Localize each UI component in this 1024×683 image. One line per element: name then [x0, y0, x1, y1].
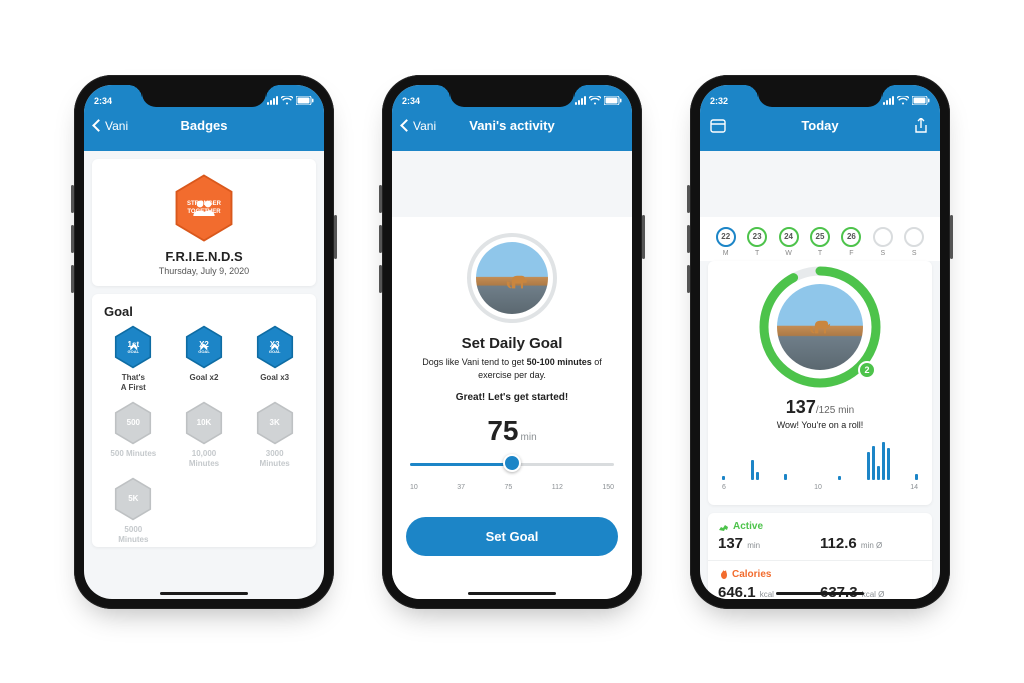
hour-labels: 61014	[708, 484, 932, 497]
dog-run-icon	[718, 521, 729, 532]
badge-3k[interactable]: 3K3000Minutes	[239, 401, 310, 469]
featured-badge-hex: STRONGER TOGETHER	[172, 173, 236, 243]
chevron-left-icon	[400, 119, 413, 132]
goal-slider[interactable]: 103775112150	[410, 457, 614, 491]
pet-avatar[interactable]	[774, 281, 866, 373]
streak-badge: 2	[858, 361, 876, 379]
chevron-left-icon	[92, 119, 105, 132]
calendar-button[interactable]	[710, 118, 726, 134]
goal-badges-card: Goal 1stGOALThat'sA FirstX2GOALGoal x2X3…	[92, 294, 316, 547]
badge-x3[interactable]: X3GOALGoal x3	[239, 325, 310, 393]
slider-knob[interactable]	[503, 454, 521, 472]
pet-avatar	[467, 233, 557, 323]
badge-first[interactable]: 1stGOALThat'sA First	[98, 325, 169, 393]
home-indicator[interactable]	[160, 592, 248, 595]
flame-icon	[718, 569, 728, 581]
set-goal-button[interactable]: Set Goal	[406, 517, 618, 556]
notch	[142, 85, 266, 107]
phone-badges: 2:34 Vani Badges	[74, 75, 334, 609]
section-header: Goal	[92, 294, 316, 325]
notch	[758, 85, 882, 107]
heading: Set Daily Goal	[392, 335, 632, 352]
home-indicator[interactable]	[468, 592, 556, 595]
badge-500[interactable]: 500500 Minutes	[98, 401, 169, 469]
metric-active[interactable]: Active 137 min 112.6 min Ø	[708, 513, 932, 560]
day-F[interactable]: 26F	[836, 227, 867, 257]
featured-date: Thursday, July 9, 2020	[92, 266, 316, 276]
home-indicator[interactable]	[776, 592, 864, 595]
share-button[interactable]	[914, 118, 928, 134]
week-days-row: 22M23T24W25T26FSS	[700, 217, 940, 261]
slider-ticks: 103775112150	[410, 484, 614, 491]
hourly-bars	[708, 430, 932, 484]
day-M[interactable]: 22M	[710, 227, 741, 257]
badge-5k[interactable]: 5K5000Minutes	[98, 477, 169, 545]
progress-value: 137/125 min	[708, 397, 932, 418]
battery-icon	[604, 96, 622, 105]
back-label: Vani	[105, 119, 128, 133]
day-S[interactable]: S	[867, 227, 898, 257]
badge-x2[interactable]: X2GOALGoal x2	[169, 325, 240, 393]
dog-icon	[805, 311, 833, 339]
badge-10k[interactable]: 10K10,000Minutes	[169, 401, 240, 469]
status-time: 2:34	[402, 96, 420, 106]
day-T[interactable]: 23T	[741, 227, 772, 257]
notch	[450, 85, 574, 107]
featured-badge-card: STRONGER TOGETHER F.R.I.E.N.D.S Thursday…	[92, 159, 316, 286]
people-icon	[187, 200, 221, 216]
page-title: Vani's activity	[469, 118, 554, 133]
page-title: Today	[801, 118, 838, 133]
battery-icon	[296, 96, 314, 105]
wifi-icon	[281, 96, 293, 105]
day-S[interactable]: S	[899, 227, 930, 257]
confirm-line: Great! Let's get started!	[392, 392, 632, 403]
description: Dogs like Vani tend to get 50-100 minute…	[392, 356, 632, 382]
progress-message: Wow! You're on a roll!	[708, 420, 932, 430]
battery-icon	[912, 96, 930, 105]
status-time: 2:32	[710, 96, 728, 106]
wifi-icon	[589, 96, 601, 105]
page-title: Badges	[181, 118, 228, 133]
progress-ring: 2	[756, 263, 884, 391]
progress-card: 2 137/125 min Wow! You're on a roll!	[708, 261, 932, 505]
badge-grid: 1stGOALThat'sA FirstX2GOALGoal x2X3GOALG…	[92, 325, 316, 547]
phone-today: 2:32 Today 22M23T24W25T26FSS	[690, 75, 950, 609]
dog-icon	[502, 266, 530, 294]
goal-value: 75min	[392, 415, 632, 447]
back-button[interactable]: Vani	[402, 119, 436, 133]
featured-title: F.R.I.E.N.D.S	[92, 249, 316, 264]
back-button[interactable]: Vani	[94, 119, 128, 133]
back-label: Vani	[413, 119, 436, 133]
wifi-icon	[897, 96, 909, 105]
phone-set-goal: 2:34 Vani Vani's activity Set Daily Goal	[382, 75, 642, 609]
metrics-card: Active 137 min 112.6 min Ø Calories 646.…	[708, 513, 932, 599]
day-T[interactable]: 25T	[804, 227, 835, 257]
status-time: 2:34	[94, 96, 112, 106]
day-W[interactable]: 24W	[773, 227, 804, 257]
